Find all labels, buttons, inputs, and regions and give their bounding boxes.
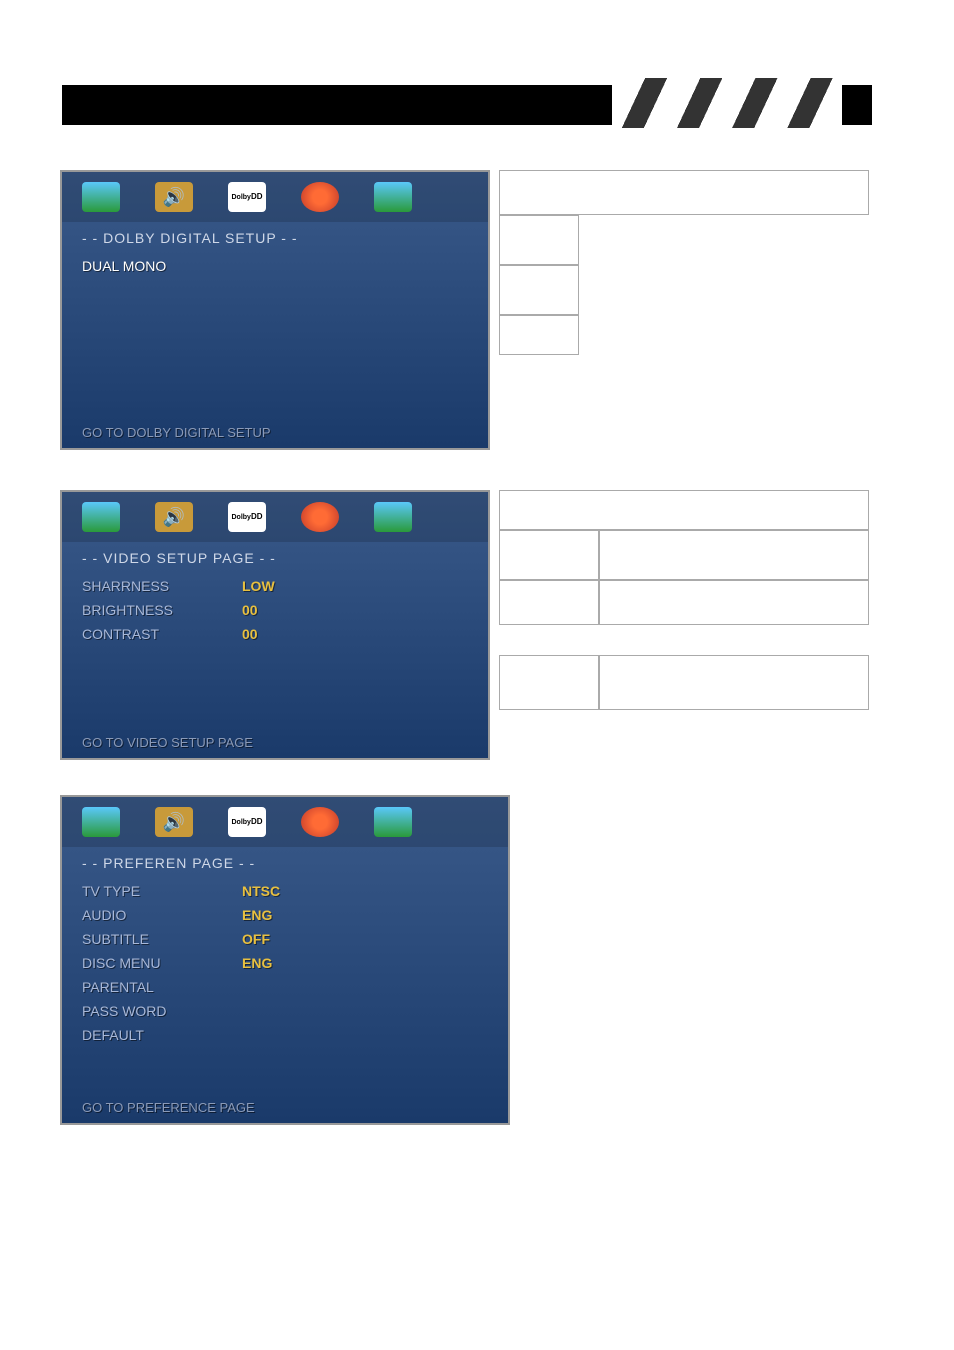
side-panel-cell: [499, 215, 579, 265]
dolby-label: DD: [251, 513, 263, 521]
menu-item-sharpness[interactable]: SHARRNESS LOW: [62, 574, 488, 598]
menu-footer: GO TO DOLBY DIGITAL SETUP: [82, 425, 271, 440]
item-label: AUDIO: [82, 907, 202, 923]
dolby-setup-icon[interactable]: DD: [228, 807, 266, 837]
preference-menu: 🔊 DD - - PREFEREN PAGE - - TV TYPE NTSC …: [60, 795, 510, 1125]
side-panel-cell: [499, 265, 579, 315]
item-label: SHARRNESS: [82, 578, 202, 594]
item-label: DUAL MONO: [82, 258, 202, 274]
menu-item-password[interactable]: PASS WORD: [62, 999, 508, 1023]
menu-title: - - DOLBY DIGITAL SETUP - -: [62, 222, 488, 254]
preference-setup-icon[interactable]: [374, 182, 412, 212]
side-panel-cell: [599, 580, 869, 625]
dolby-setup-icon[interactable]: DD: [228, 502, 266, 532]
item-label: DISC MENU: [82, 955, 202, 971]
side-panel-cell: [499, 580, 599, 625]
tab-icon-bar: 🔊 DD: [62, 172, 488, 222]
menu-footer: GO TO PREFERENCE PAGE: [82, 1100, 255, 1115]
preference-setup-icon[interactable]: [374, 807, 412, 837]
menu-item-audio[interactable]: AUDIO ENG: [62, 903, 508, 927]
preference-setup-icon[interactable]: [374, 502, 412, 532]
audio-setup-icon[interactable]: 🔊: [155, 807, 193, 837]
item-label: CONTRAST: [82, 626, 202, 642]
general-setup-icon[interactable]: [82, 807, 120, 837]
menu-title: - - PREFEREN PAGE - -: [62, 847, 508, 879]
tab-icon-bar: 🔊 DD: [62, 492, 488, 542]
item-label: PASS WORD: [82, 1003, 202, 1019]
menu-item-default[interactable]: DEFAULT: [62, 1023, 508, 1047]
item-label: BRIGHTNESS: [82, 602, 202, 618]
item-value: 00: [242, 602, 258, 618]
menu-item-brightness[interactable]: BRIGHTNESS 00: [62, 598, 488, 622]
side-panel-cell: [499, 530, 599, 580]
menu-item-parental[interactable]: PARENTAL: [62, 975, 508, 999]
item-label: TV TYPE: [82, 883, 202, 899]
item-value: ENG: [242, 955, 272, 971]
audio-setup-icon[interactable]: 🔊: [155, 502, 193, 532]
menu-item-disc-menu[interactable]: DISC MENU ENG: [62, 951, 508, 975]
item-value: OFF: [242, 931, 270, 947]
dolby-label: DD: [251, 193, 263, 201]
menu-title: - - VIDEO SETUP PAGE - -: [62, 542, 488, 574]
video-setup-icon[interactable]: [301, 807, 339, 837]
dolby-setup-menu: 🔊 DD - - DOLBY DIGITAL SETUP - - DUAL MO…: [60, 170, 490, 450]
item-value: NTSC: [242, 883, 280, 899]
audio-setup-icon[interactable]: 🔊: [155, 182, 193, 212]
side-panel-cell: [599, 530, 869, 580]
header-stripes-decoration: [612, 78, 842, 128]
video-setup-icon[interactable]: [301, 502, 339, 532]
video-setup-icon[interactable]: [301, 182, 339, 212]
item-value: 00: [242, 626, 258, 642]
menu-item-dual-mono[interactable]: DUAL MONO: [62, 254, 488, 278]
general-setup-icon[interactable]: [82, 502, 120, 532]
item-label: PARENTAL: [82, 979, 202, 995]
side-panel-cell: [599, 655, 869, 710]
menu-footer: GO TO VIDEO SETUP PAGE: [82, 735, 253, 750]
dolby-setup-icon[interactable]: DD: [228, 182, 266, 212]
dolby-label: DD: [251, 818, 263, 826]
tab-icon-bar: 🔊 DD: [62, 797, 508, 847]
side-panel-row: [499, 170, 869, 215]
side-panel-row: [499, 490, 869, 530]
video-setup-menu: 🔊 DD - - VIDEO SETUP PAGE - - SHARRNESS …: [60, 490, 490, 760]
side-panel-cell: [499, 655, 599, 710]
side-panel-cell: [499, 315, 579, 355]
general-setup-icon[interactable]: [82, 182, 120, 212]
item-label: DEFAULT: [82, 1027, 202, 1043]
item-value: ENG: [242, 907, 272, 923]
item-label: SUBTITLE: [82, 931, 202, 947]
menu-item-contrast[interactable]: CONTRAST 00: [62, 622, 488, 646]
item-value: LOW: [242, 578, 275, 594]
menu-item-subtitle[interactable]: SUBTITLE OFF: [62, 927, 508, 951]
menu-item-tv-type[interactable]: TV TYPE NTSC: [62, 879, 508, 903]
